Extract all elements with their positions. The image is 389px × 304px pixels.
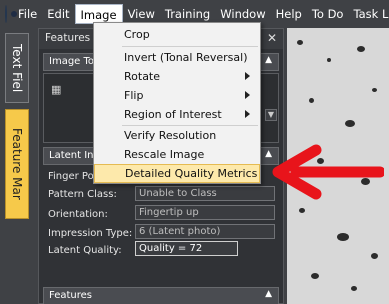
menu-file[interactable]: File	[13, 4, 42, 24]
latent-info-label: Latent Inf	[49, 150, 98, 161]
features-label: Features	[49, 290, 92, 301]
impression-type-field[interactable]: 6 (Latent photo)	[135, 224, 275, 239]
menu-separator	[122, 46, 258, 47]
image-speck	[345, 120, 355, 127]
side-tab-text-fields-label: Text Fiel	[10, 43, 24, 93]
image-speck	[297, 40, 303, 45]
pattern-class-label: Pattern Class:	[48, 189, 117, 200]
menu-window[interactable]: Window	[215, 4, 270, 24]
menu-item-flip[interactable]: Flip	[94, 86, 260, 105]
image-speck	[372, 88, 377, 92]
image-speck	[311, 273, 319, 279]
orientation-label: Orientation:	[48, 209, 108, 220]
latent-quality-label: Latent Quality:	[48, 245, 122, 256]
menu-item-region-label: Region of Interest	[124, 108, 222, 121]
side-tab-feature-markup-label: Feature Mar	[10, 128, 24, 200]
image-speck	[357, 46, 365, 52]
orientation-field[interactable]: Fingertip up	[135, 205, 275, 220]
image-speck	[327, 58, 331, 62]
menu-todo[interactable]: To Do	[307, 4, 349, 24]
menu-item-rotate-label: Rotate	[124, 70, 161, 83]
image-speck	[371, 253, 378, 259]
menu-help[interactable]: Help	[271, 4, 307, 24]
image-speck	[309, 98, 314, 103]
image-speck	[351, 286, 357, 291]
menu-item-crop[interactable]: Crop	[94, 25, 260, 44]
image-menu-dropdown: Crop Invert (Tonal Reversal) Rotate Flip…	[93, 22, 261, 184]
panel-title: Features T	[45, 32, 100, 44]
impression-type-label: Impression Type:	[48, 228, 133, 239]
menu-item-verify-resolution[interactable]: Verify Resolution	[94, 126, 260, 145]
submenu-arrow-icon	[245, 91, 250, 99]
menu-training[interactable]: Training	[160, 4, 215, 24]
chevron-up-icon[interactable]: ▲	[265, 55, 272, 65]
pattern-class-field[interactable]: Unable to Class	[135, 186, 275, 201]
chevron-up-icon[interactable]: ▲	[265, 289, 272, 299]
app-logo-icon[interactable]	[5, 5, 17, 23]
image-speck	[337, 233, 349, 241]
menu-item-detailed-quality-metrics[interactable]: Detailed Quality Metrics	[94, 164, 260, 183]
menu-item-region-of-interest[interactable]: Region of Interest	[94, 105, 260, 124]
dropdown-arrow-icon[interactable]: ▼	[265, 109, 277, 121]
close-icon[interactable]: ✕	[267, 31, 277, 45]
menu-item-invert[interactable]: Invert (Tonal Reversal)	[94, 48, 260, 67]
menu-item-rescale-image[interactable]: Rescale Image	[94, 145, 260, 164]
finger-position-label: Finger Pos	[48, 171, 99, 182]
side-tab-text-fields[interactable]: Text Fiel	[5, 33, 29, 103]
side-tab-feature-markup[interactable]: Feature Mar	[5, 109, 29, 219]
menu-image[interactable]: Image	[74, 4, 123, 24]
red-arrow-annotation	[272, 144, 384, 200]
menu-view[interactable]: View	[123, 4, 160, 24]
menu-task-list[interactable]: Task L	[348, 4, 389, 24]
fingerprint-tool-icon[interactable]: ▦	[51, 83, 65, 96]
latent-quality-field[interactable]: Quality = 72	[135, 241, 238, 256]
image-tools-label: Image To	[49, 56, 95, 67]
features-header[interactable]: Features ▲	[43, 287, 279, 304]
menu-item-flip-label: Flip	[124, 89, 144, 102]
menu-edit[interactable]: Edit	[42, 4, 74, 24]
menu-item-rotate[interactable]: Rotate	[94, 67, 260, 86]
image-speck	[299, 208, 305, 213]
submenu-arrow-icon	[245, 110, 250, 118]
submenu-arrow-icon	[245, 72, 250, 80]
